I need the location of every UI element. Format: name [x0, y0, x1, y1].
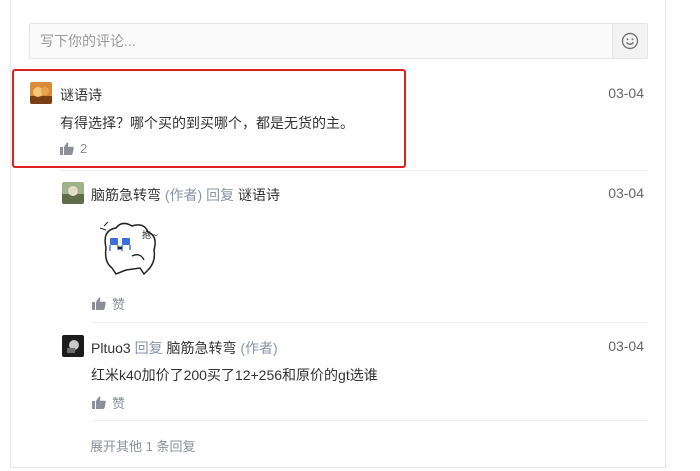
smiley-icon	[621, 32, 639, 50]
reply-target-username[interactable]: 脑筋急转弯	[166, 340, 236, 356]
like-button[interactable]: 赞	[92, 393, 125, 412]
reply-word: 回复	[206, 187, 235, 203]
divider	[92, 420, 648, 421]
author-tag: (作者)	[240, 340, 278, 356]
comment-date: 03-04	[608, 85, 644, 101]
expand-more-replies-link[interactable]: 展开其他 1 条回复	[90, 436, 195, 455]
reply-header: Pltuo3 回复 脑筋急转弯 (作者)	[91, 338, 278, 358]
reply-word: 回复	[134, 340, 163, 356]
divider	[60, 170, 648, 171]
comment-username[interactable]: 谜语诗	[60, 85, 102, 105]
reply-username[interactable]: 脑筋急转弯	[91, 187, 161, 203]
divider	[92, 322, 648, 323]
comment-text: 有得选择？哪个买的到买哪个，都是无货的主。	[60, 115, 354, 131]
bear-sticker-image: 抱~	[99, 221, 159, 276]
like-count: 2	[80, 141, 88, 156]
reply-header: 脑筋急转弯 (作者) 回复 谜语诗	[91, 185, 280, 205]
comment-input[interactable]	[30, 24, 612, 58]
emoji-button[interactable]	[612, 24, 647, 58]
avatar[interactable]	[30, 82, 52, 104]
thumbs-up-icon	[60, 142, 74, 155]
reply-date: 03-04	[608, 338, 644, 354]
like-button[interactable]: 2	[60, 141, 87, 156]
sticker-caption: 抱~	[142, 229, 159, 241]
thumbs-up-icon	[92, 396, 106, 409]
avatar[interactable]	[62, 182, 84, 204]
like-label: 赞	[112, 297, 126, 312]
author-tag: (作者)	[164, 187, 203, 203]
like-button[interactable]: 赞	[92, 294, 125, 313]
avatar[interactable]	[62, 335, 84, 357]
thumbs-up-icon	[92, 297, 106, 310]
reply-target-username[interactable]: 谜语诗	[238, 187, 280, 203]
reply-text: 红米k40加价了200买了12+256和原价的gt选谁	[91, 367, 378, 383]
comment-composer	[29, 23, 648, 59]
reply-username[interactable]: Pltuo3	[91, 340, 131, 356]
like-label: 赞	[112, 396, 126, 411]
reply-date: 03-04	[608, 185, 644, 201]
